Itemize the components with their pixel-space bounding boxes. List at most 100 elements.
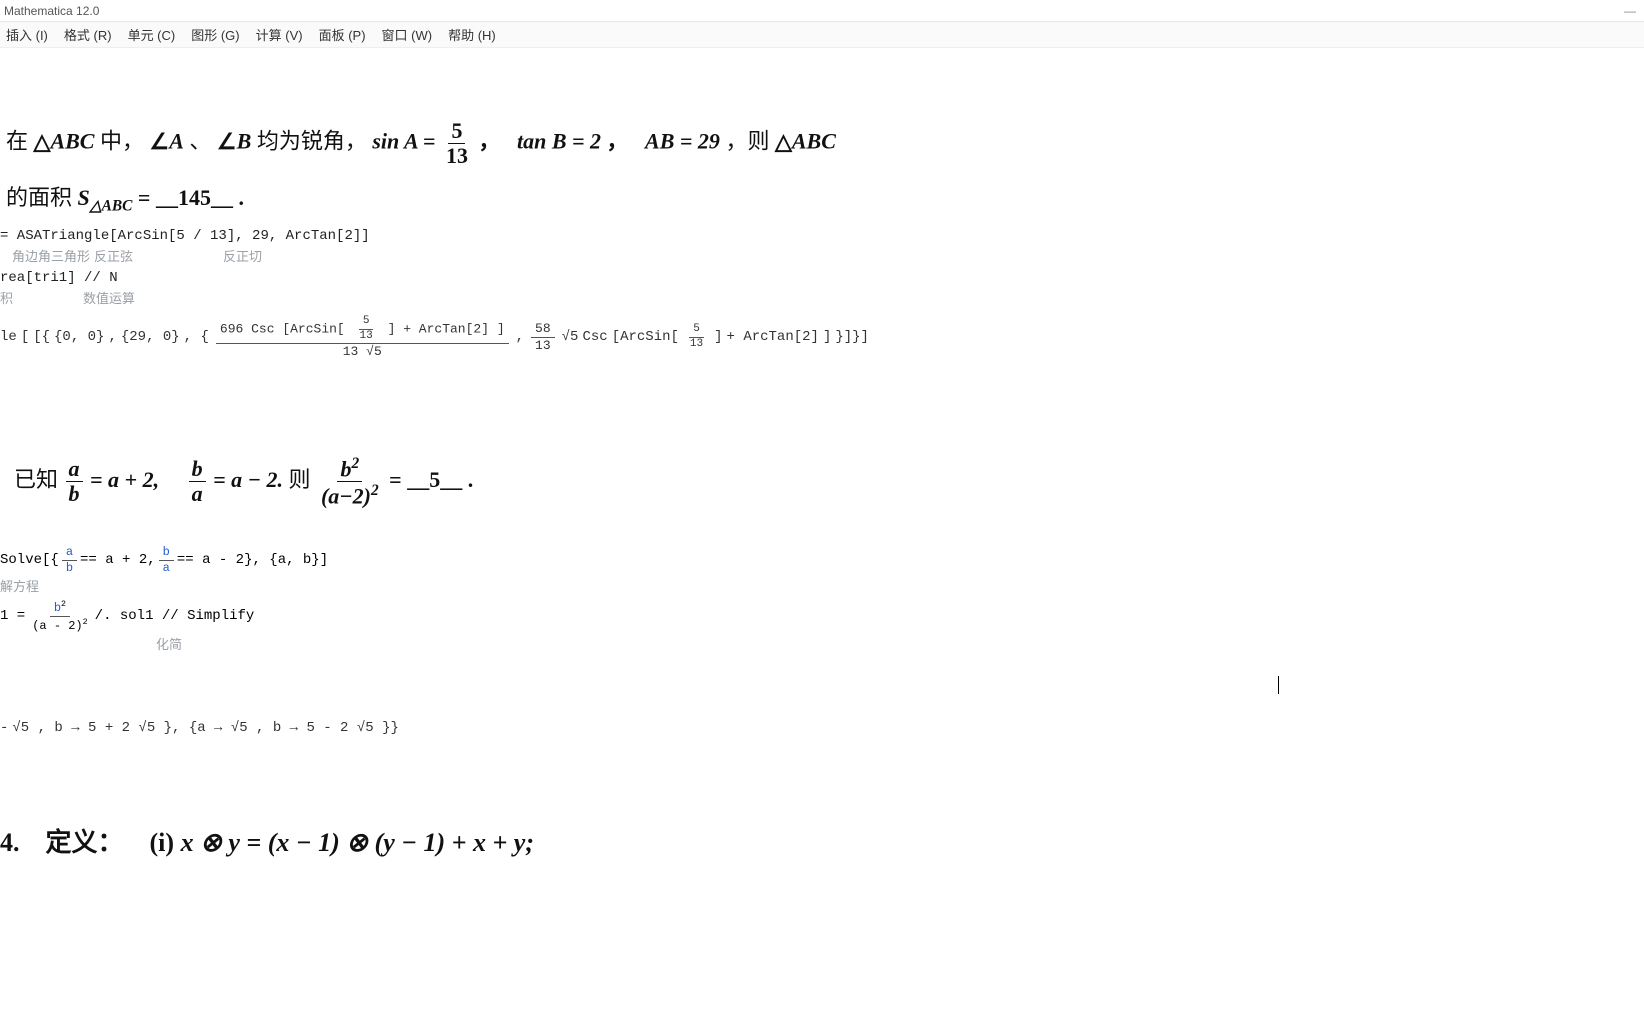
p1-prefix: 在 [6, 129, 34, 154]
p3-i: (i) [150, 828, 175, 857]
input-cell-3[interactable]: Solve [{ a b == a + 2, b a == a - 2 } , … [0, 546, 1644, 595]
cell1-hint-asa: 角边角三角形 [12, 246, 90, 265]
out-numB: + ArcTan[2] [403, 321, 489, 336]
p2-eq3: = [389, 467, 407, 492]
menu-help[interactable]: 帮助 (H) [448, 25, 496, 44]
p1-answer: 145 [156, 185, 233, 210]
out-close: }]}] [835, 329, 869, 345]
cell1-hint-arcsin: 反正弦 [94, 246, 133, 265]
triangle-icon-2 [775, 129, 792, 154]
p1-frac-num: 5 [448, 120, 465, 144]
p2-f3ds: 2 [371, 482, 379, 499]
p3-lead: 定义： [46, 828, 124, 857]
out-open: [{ [33, 329, 50, 345]
c3-nb: b [159, 546, 174, 561]
input-cell-4[interactable]: 1 = b2 (a - 2)2 /. sol1 // Simplify 化简 [0, 600, 1644, 653]
cell1-code[interactable]: = ASATriangle[ArcSin[5 / 13], 29, ArcTan… [0, 228, 1644, 244]
menu-graphics[interactable]: 图形 (G) [191, 25, 239, 44]
minimize-button[interactable]: — [1624, 4, 1636, 18]
p1-c3: ，则 [725, 129, 775, 154]
p1-tri-abc: ABC [50, 129, 94, 154]
p2-f3d: (a−2) [321, 484, 371, 509]
cell2-hint-n: 数值运算 [83, 288, 135, 307]
c4-hint: 化简 [156, 634, 1644, 653]
menu-window[interactable]: 窗口 (W) [382, 25, 433, 44]
input-cell-1[interactable]: = ASATriangle[ArcSin[5 / 13], 29, ArcTan… [0, 228, 1644, 265]
p1-eq: = [138, 185, 156, 210]
p2-period: . [468, 467, 474, 492]
out2-text: √5 , b → 5 + 2 √5 }, {a → √5 , b → 5 - 2… [12, 720, 398, 736]
p1-line2a: 的面积 [6, 185, 78, 210]
c4-den: (a - 2) [32, 619, 82, 633]
p2-answer: 5 [407, 467, 462, 492]
p2-eq2: = a − 2. [213, 467, 283, 492]
p2-f2n: b [189, 458, 206, 482]
p1-angB: B [237, 129, 252, 154]
p1-period: . [238, 185, 244, 210]
p2-f1n: a [66, 458, 83, 482]
window-title: Mathematica 12.0 [4, 4, 99, 18]
p1-mid1: 中， [100, 129, 144, 154]
angle-icon [149, 129, 169, 154]
p2-f3s: 2 [351, 455, 359, 472]
p1-ssub: △ABC [90, 197, 133, 214]
p1-angA: A [169, 129, 184, 154]
out-tail: + ArcTan[2] [727, 329, 819, 345]
p1-ab: AB = 29 [645, 129, 720, 154]
cell2-code[interactable]: rea[tri1] // N [0, 270, 1644, 286]
output-triangle: le [[{ {0, 0} , {29, 0} , { 696 Csc [Arc… [0, 316, 1644, 359]
menu-panel[interactable]: 面板 (P) [319, 25, 366, 44]
p1-dot: 、 [189, 129, 211, 154]
input-cell-2[interactable]: rea[tri1] // N 积 数值运算 [0, 270, 1644, 307]
output-solutions: -√5 , b → 5 + 2 √5 }, {a → √5 , b → 5 - … [0, 720, 1644, 736]
p2-then: 则 [288, 467, 316, 492]
p1-c2: ， [607, 129, 629, 154]
out-p1: {0, 0} [54, 329, 104, 345]
out-i2d: 13 [686, 338, 707, 351]
triangle-icon [34, 129, 51, 154]
out-in-den: 13 [356, 330, 377, 343]
c3-varset: , {a, b} [252, 552, 319, 568]
p1-sinA: sin A = [372, 129, 441, 154]
p3-num: 4. [0, 828, 20, 857]
notebook-area[interactable]: 在 ABC 中， A 、 B 均为锐角， sin A = 5 13 ， tan … [0, 48, 1644, 1028]
out-lead: le [0, 329, 17, 345]
out-i2n: 5 [689, 324, 704, 338]
caret-icon [1278, 676, 1279, 694]
p2-f3n: b [340, 456, 351, 481]
problem-1-text: 在 ABC 中， A 、 B 均为锐角， sin A = 5 13 ， tan … [6, 120, 1644, 221]
c3-lead: Solve [0, 552, 42, 568]
c4-lhs: 1 = [0, 608, 25, 624]
p2-eq1: = a + 2, [90, 467, 159, 492]
window-buttons: — [1624, 0, 1636, 21]
c3-hint: 解方程 [0, 576, 1644, 595]
out-f2d: 13 [531, 338, 555, 353]
c3-na: a [62, 546, 77, 561]
menu-compute[interactable]: 计算 (V) [256, 25, 303, 44]
out-p2: {29, 0} [121, 329, 180, 345]
out-in-num: 5 [359, 316, 374, 330]
p1-frac-den: 13 [443, 144, 471, 167]
menu-insert[interactable]: 插入 (I) [6, 25, 48, 44]
out-bigden: 13 √5 [339, 344, 386, 359]
c3-eq2: == a - 2 [177, 552, 244, 568]
problem-3-text: 4. 定义： (i) x ⊗ y = (x − 1) ⊗ (y − 1) + x… [0, 818, 1644, 867]
p2-f1d: b [66, 482, 83, 505]
p1-tanB: tan B = 2 [517, 129, 601, 154]
out-numA: 696 Csc [220, 321, 275, 336]
cell1-hint-arctan: 反正切 [223, 246, 262, 265]
c4-dens: 2 [83, 617, 88, 627]
angle-icon-2 [217, 129, 237, 154]
problem-2-text: 已知 a b = a + 2, b a = a − 2. 则 b2 (a−2)2… [14, 456, 1644, 508]
menu-cell[interactable]: 单元 (C) [128, 25, 176, 44]
c4-ns: 2 [61, 599, 66, 609]
c3-db: b [62, 561, 77, 575]
menu-bar: 插入 (I) 格式 (R) 单元 (C) 图形 (G) 计算 (V) 面板 (P… [0, 22, 1644, 48]
c4-nb: b [54, 601, 61, 615]
p3-expr: x ⊗ y = (x − 1) ⊗ (y − 1) + x + y; [181, 828, 534, 857]
p1-c1: ， [478, 129, 500, 154]
c3-eq1: == a + 2, [80, 552, 156, 568]
out-f2n: 58 [531, 322, 555, 338]
menu-format[interactable]: 格式 (R) [64, 25, 112, 44]
c4-tail: /. sol1 // Simplify [95, 608, 255, 624]
